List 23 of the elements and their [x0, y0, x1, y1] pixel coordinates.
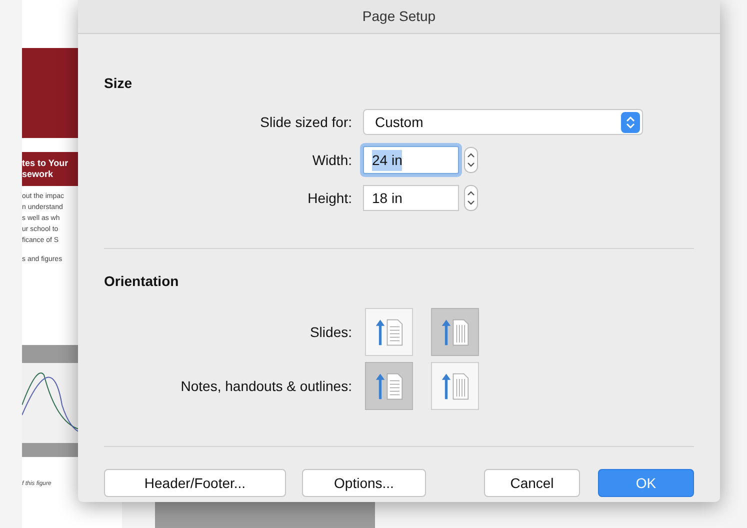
orientation-button[interactable] — [365, 362, 413, 410]
orientation-button[interactable] — [431, 362, 479, 410]
orientation-button[interactable] — [431, 308, 479, 356]
field-label: Slide sized for: — [259, 112, 352, 132]
number-field[interactable]: 24 in — [363, 146, 459, 174]
stepper-arrows-icon[interactable] — [464, 147, 478, 173]
dialog-button[interactable]: Header/Footer... — [104, 469, 286, 497]
section-heading: Orientation — [104, 272, 180, 291]
window-title: Page Setup — [362, 7, 436, 26]
field-label: Width: — [311, 150, 352, 170]
orientation-label: Slides: — [308, 322, 352, 342]
field-label: Height: — [306, 188, 352, 208]
orientation-label: Notes, handouts & outlines: — [180, 376, 352, 396]
stepper-arrows-icon[interactable] — [464, 185, 478, 211]
dialog-button[interactable]: Cancel — [484, 469, 580, 497]
number-field[interactable]: 18 in — [363, 185, 459, 211]
size-select[interactable]: Custom — [363, 109, 643, 135]
slide-title-line: tes to Your — [22, 158, 70, 169]
select-arrows-icon — [621, 112, 640, 132]
slide-title-line: sework — [22, 169, 54, 180]
orientation-button[interactable] — [365, 308, 413, 356]
dialog-button[interactable]: Options... — [302, 469, 426, 497]
section-heading: Size — [104, 74, 134, 93]
